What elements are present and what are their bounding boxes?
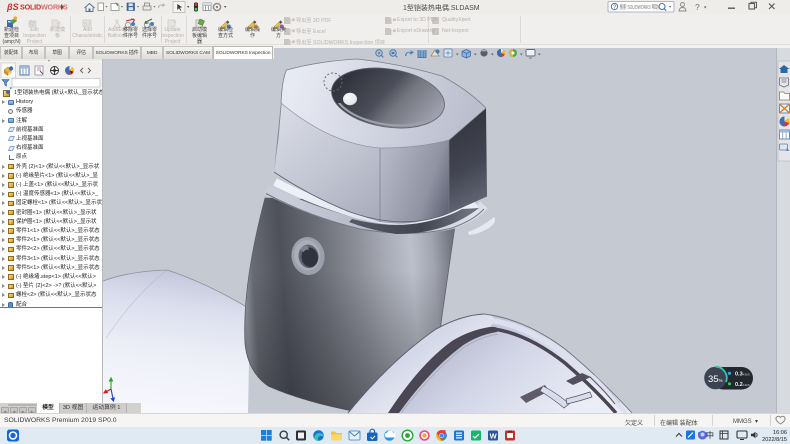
svg-text:搜索 SOLIDWORKS 帮助: 搜索 SOLIDWORKS 帮助 (620, 3, 659, 11)
svg-text:2022/8/15: 2022/8/15 (762, 437, 787, 443)
svg-text:SOLIDWORKS: SOLIDWORKS (20, 3, 68, 12)
svg-text:?: ? (695, 2, 700, 12)
svg-text:16:06: 16:06 (773, 430, 787, 436)
svg-text:βS: βS (6, 2, 19, 12)
svg-text:W: W (490, 432, 498, 441)
svg-text:中: 中 (706, 430, 714, 440)
